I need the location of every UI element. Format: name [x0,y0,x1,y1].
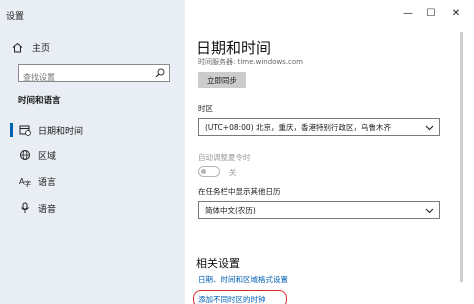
add-clocks-link[interactable]: 添加不同时区的时钟 [198,294,266,304]
svg-text:字: 字 [24,179,31,187]
globe-icon [17,149,33,161]
sidebar-item-label: 区域 [38,151,57,162]
calendar-clock-icon [17,124,33,136]
settings-window: 设置 — ☐ ✕ 主页 时间和语言 日期和时间 [0,0,474,304]
sidebar-item-label: 日期和时间 [38,126,84,137]
sidebar-item-label: 语言 [38,177,57,188]
minimize-button[interactable]: — [398,6,418,22]
calendar-value: 简体中文(农历) [205,205,256,215]
search-box[interactable] [18,64,170,86]
title-bar: 设置 — ☐ ✕ [0,0,474,32]
toggle-knob [201,168,206,174]
home-nav-item[interactable]: 主页 [12,39,50,55]
chevron-down-icon [425,208,434,214]
home-label: 主页 [32,43,51,54]
timezone-label: 时区 [198,104,213,113]
maximize-button[interactable]: ☐ [421,6,441,22]
home-icon [12,42,23,52]
dst-toggle[interactable] [198,166,220,177]
sidebar-item-language[interactable]: A 字 语言 [0,172,185,190]
search-input[interactable] [19,69,147,86]
chevron-down-icon [425,125,434,131]
scrollbar[interactable] [460,32,463,282]
sidebar-item-region[interactable]: 区域 [0,146,185,164]
search-icon[interactable] [155,68,165,78]
close-button[interactable]: ✕ [446,6,466,22]
calendar-label: 在任务栏中显示其他日历 [198,187,281,196]
sidebar-section-title: 时间和语言 [18,96,61,106]
related-settings-title: 相关设置 [196,257,240,270]
sidebar-item-speech[interactable]: 语音 [0,199,185,217]
page-title: 日期和时间 [196,39,272,57]
language-icon: A 字 [17,175,33,187]
timezone-value: (UTC+08:00) 北京，重庆，香港特别行政区，乌鲁木齐 [205,122,392,132]
timezone-select[interactable]: (UTC+08:00) 北京，重庆，香港特别行政区，乌鲁木齐 [198,118,440,136]
window-title: 设置 [6,12,25,22]
sidebar-item-datetime[interactable]: 日期和时间 [0,121,185,139]
dst-label: 自动调整夏令时 [198,153,251,162]
region-formats-link[interactable]: 日期、时间和区域格式设置 [198,274,288,285]
sync-now-button[interactable]: 立即同步 [198,72,246,88]
time-server-text: 时间服务器: time.windows.com [198,58,304,66]
dst-toggle-state: 关 [229,168,237,177]
microphone-icon [17,202,33,214]
sidebar-item-label: 语音 [38,204,57,215]
calendar-select[interactable]: 简体中文(农历) [198,201,440,219]
